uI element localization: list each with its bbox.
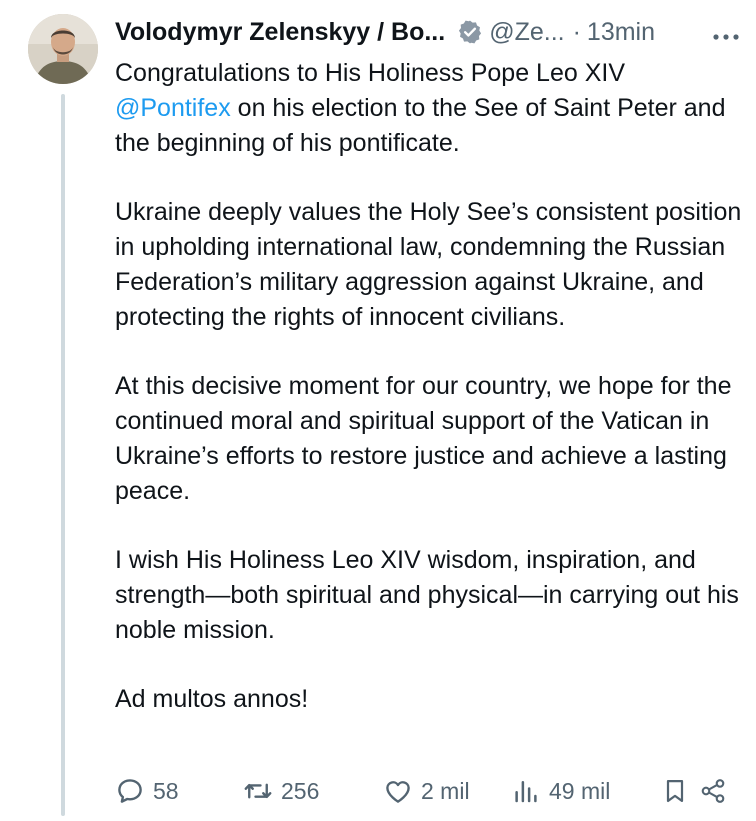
views-button[interactable]: 49 mil [511,776,661,806]
author-handle[interactable]: @Ze... [489,18,564,47]
share-icon [701,779,725,803]
post-text: Congratulations to His Holiness Pope Leo… [115,59,626,87]
author-name[interactable]: Volodymyr Zelenskyy / Bo... [115,18,445,47]
like-button[interactable]: 2 mil [383,776,511,806]
share-button[interactable] [699,777,727,805]
post-paragraph-1: Congratulations to His Holiness Pope Leo… [115,56,745,161]
views-count: 49 mil [549,777,611,804]
post-timestamp[interactable]: 13min [587,18,655,47]
post-header: Volodymyr Zelenskyy / Bo... @Ze... · 13m… [115,14,740,50]
mention-link[interactable]: @Pontifex [115,94,231,122]
reply-button[interactable]: 58 [115,776,243,806]
bookmark-button[interactable] [661,776,699,806]
post-paragraph-5: Ad multos annos! [115,685,309,713]
avatar-image [28,14,98,84]
like-count: 2 mil [421,777,470,804]
post-paragraph-2: Ukraine deeply values the Holy See’s con… [115,198,742,331]
action-bar: 58 256 2 mil 49 mil [115,774,727,808]
more-options-icon[interactable] [712,17,740,48]
post-paragraph-3: At this decisive moment for our country,… [115,372,732,505]
heart-icon [386,781,410,803]
reply-icon [118,779,142,803]
post-paragraph-4: I wish His Holiness Leo XIV wisdom, insp… [115,546,739,644]
verified-badge-icon [457,19,483,45]
repost-button[interactable]: 256 [243,776,383,806]
reply-count: 58 [153,777,179,804]
bookmark-icon [666,779,684,803]
views-chart-icon [515,781,537,803]
thread-line [61,94,65,816]
separator-dot: · [572,17,581,46]
post-body: Congratulations to His Holiness Pope Leo… [115,56,745,751]
avatar[interactable] [28,14,98,84]
repost-icon [244,783,272,799]
repost-count: 256 [281,777,320,804]
